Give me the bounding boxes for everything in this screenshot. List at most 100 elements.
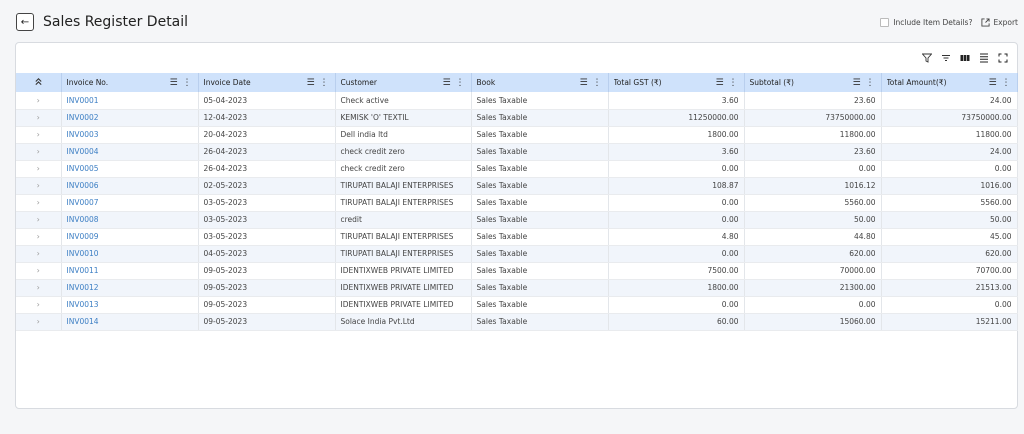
table-row[interactable]: › INV0008 03-05-2023 credit Sales Taxable 0.0… [16, 211, 1018, 229]
export-button[interactable]: Export [981, 18, 1018, 27]
subtotal-cell: 23.60 [744, 92, 882, 110]
column-header-total-amount[interactable]: Total Amount(₹) ☰ ⋮ [881, 73, 1018, 92]
invoice-no-cell[interactable]: INV0012 [61, 279, 199, 297]
customer-cell: check credit zero [335, 160, 472, 178]
row-expand-icon[interactable]: › [16, 211, 62, 229]
row-expand-icon[interactable]: › [16, 228, 62, 246]
customer-cell: IDENTIXWEB PRIVATE LIMITED [335, 262, 472, 280]
column-menu-icon[interactable]: ☰ ⋮ [170, 78, 193, 88]
column-header-subtotal[interactable]: Subtotal (₹) ☰ ⋮ [744, 73, 882, 92]
column-menu-icon[interactable]: ☰ ⋮ [580, 78, 603, 88]
row-expand-icon[interactable]: › [16, 92, 62, 110]
table-row[interactable]: › INV0009 03-05-2023 TIRUPATI BALAJI ENTERP… [16, 228, 1018, 246]
total-amount-cell: 24.00 [881, 92, 1018, 110]
invoice-no-cell[interactable]: INV0011 [61, 262, 199, 280]
table-row[interactable]: › INV0005 26-04-2023 check credit zero Sales… [16, 160, 1018, 178]
book-cell: Sales Taxable [471, 211, 609, 229]
book-cell: Sales Taxable [471, 262, 609, 280]
row-expand-icon[interactable]: › [16, 262, 62, 280]
table-row[interactable]: › INV0002 12-04-2023 KEMISK 'O' TEXTIL Sales… [16, 109, 1018, 127]
subtotal-cell: 23.60 [744, 143, 882, 161]
row-expand-icon[interactable]: › [16, 177, 62, 195]
fullscreen-icon[interactable] [996, 52, 1009, 65]
table-row[interactable]: › INV0013 09-05-2023 IDENTIXWEB PRIVATE LIM… [16, 296, 1018, 314]
invoice-no-cell[interactable]: INV0006 [61, 177, 199, 195]
column-menu-icon[interactable]: ☰ ⋮ [853, 78, 876, 88]
row-expand-icon[interactable]: › [16, 109, 62, 127]
total-gst-cell: 1800.00 [608, 279, 745, 297]
collapse-all-button[interactable] [16, 73, 62, 92]
customer-cell: Dell india ltd [335, 126, 472, 144]
back-button[interactable]: ← [16, 13, 34, 31]
filter-icon[interactable] [920, 52, 933, 65]
table-row[interactable]: › INV0001 05-04-2023 Check active Sales Taxa… [16, 92, 1018, 110]
total-amount-cell: 70700.00 [881, 262, 1018, 280]
customer-cell: TIRUPATI BALAJI ENTERPRISES [335, 228, 472, 246]
table-row[interactable]: › INV0014 09-05-2023 Solace India Pvt.Ltd Sa… [16, 313, 1018, 331]
subtotal-cell: 0.00 [744, 160, 882, 178]
invoice-no-cell[interactable]: INV0005 [61, 160, 199, 178]
invoice-no-cell[interactable]: INV0008 [61, 211, 199, 229]
total-gst-cell: 11250000.00 [608, 109, 745, 127]
column-header-customer[interactable]: Customer ☰ ⋮ [335, 73, 472, 92]
table-row[interactable]: › INV0011 09-05-2023 IDENTIXWEB PRIVATE LIM… [16, 262, 1018, 280]
column-menu-icon[interactable]: ☰ ⋮ [716, 78, 739, 88]
invoice-no-cell[interactable]: INV0002 [61, 109, 199, 127]
table-row[interactable]: › INV0010 04-05-2023 TIRUPATI BALAJI ENTERP… [16, 245, 1018, 263]
column-header-invoice-date[interactable]: Invoice Date ☰ ⋮ [198, 73, 336, 92]
customer-cell: check credit zero [335, 143, 472, 161]
column-header-invoice-no[interactable]: Invoice No. ☰ ⋮ [61, 73, 199, 92]
total-gst-cell: 0.00 [608, 211, 745, 229]
density-icon[interactable] [977, 52, 990, 65]
row-expand-icon[interactable]: › [16, 313, 62, 331]
book-cell: Sales Taxable [471, 92, 609, 110]
book-cell: Sales Taxable [471, 313, 609, 331]
columns-icon[interactable] [958, 52, 971, 65]
row-expand-icon[interactable]: › [16, 296, 62, 314]
row-expand-icon[interactable]: › [16, 279, 62, 297]
book-cell: Sales Taxable [471, 194, 609, 212]
invoice-no-cell[interactable]: INV0001 [61, 92, 199, 110]
book-cell: Sales Taxable [471, 279, 609, 297]
sales-register-table: Invoice No. ☰ ⋮ Invoice Date ☰ ⋮ Customer ☰… [16, 73, 1018, 331]
grid-toolbar [920, 51, 1009, 65]
include-item-details-label: Include Item Details? [893, 17, 973, 27]
invoice-no-cell[interactable]: INV0010 [61, 245, 199, 263]
arrow-left-icon: ← [20, 16, 30, 28]
total-amount-cell: 24.00 [881, 143, 1018, 161]
include-item-details-checkbox[interactable] [880, 17, 890, 27]
row-expand-icon[interactable]: › [16, 245, 62, 263]
table-row[interactable]: › INV0006 02-05-2023 TIRUPATI BALAJI ENTERP… [16, 177, 1018, 195]
column-menu-icon[interactable]: ☰ ⋮ [307, 78, 330, 88]
column-header-total-gst[interactable]: Total GST (₹) ☰ ⋮ [608, 73, 745, 92]
invoice-no-cell[interactable]: INV0014 [61, 313, 199, 331]
invoice-no-cell[interactable]: INV0003 [61, 126, 199, 144]
sort-icon[interactable] [939, 52, 952, 65]
row-expand-icon[interactable]: › [16, 143, 62, 161]
book-cell: Sales Taxable [471, 109, 609, 127]
table-row[interactable]: › INV0012 09-05-2023 IDENTIXWEB PRIVATE LIM… [16, 279, 1018, 297]
row-expand-icon[interactable]: › [16, 126, 62, 144]
total-gst-cell: 0.00 [608, 160, 745, 178]
total-amount-cell: 5560.00 [881, 194, 1018, 212]
table-row[interactable]: › INV0007 03-05-2023 TIRUPATI BALAJI ENTERP… [16, 194, 1018, 212]
customer-cell: TIRUPATI BALAJI ENTERPRISES [335, 177, 472, 195]
row-expand-icon[interactable]: › [16, 160, 62, 178]
column-menu-icon[interactable]: ☰ ⋮ [989, 78, 1012, 88]
subtotal-cell: 1016.12 [744, 177, 882, 195]
row-expand-icon[interactable]: › [16, 194, 62, 212]
column-header-book[interactable]: Book ☰ ⋮ [471, 73, 609, 92]
table-row[interactable]: › INV0003 20-04-2023 Dell india ltd Sales Ta… [16, 126, 1018, 144]
invoice-no-cell[interactable]: INV0007 [61, 194, 199, 212]
column-menu-icon[interactable]: ☰ ⋮ [443, 78, 466, 88]
total-amount-cell: 1016.00 [881, 177, 1018, 195]
subtotal-cell: 11800.00 [744, 126, 882, 144]
total-gst-cell: 0.00 [608, 194, 745, 212]
page-title: Sales Register Detail [43, 14, 189, 30]
book-cell: Sales Taxable [471, 228, 609, 246]
invoice-no-cell[interactable]: INV0004 [61, 143, 199, 161]
total-amount-cell: 11800.00 [881, 126, 1018, 144]
table-row[interactable]: › INV0004 26-04-2023 check credit zero Sales… [16, 143, 1018, 161]
invoice-no-cell[interactable]: INV0013 [61, 296, 199, 314]
invoice-no-cell[interactable]: INV0009 [61, 228, 199, 246]
